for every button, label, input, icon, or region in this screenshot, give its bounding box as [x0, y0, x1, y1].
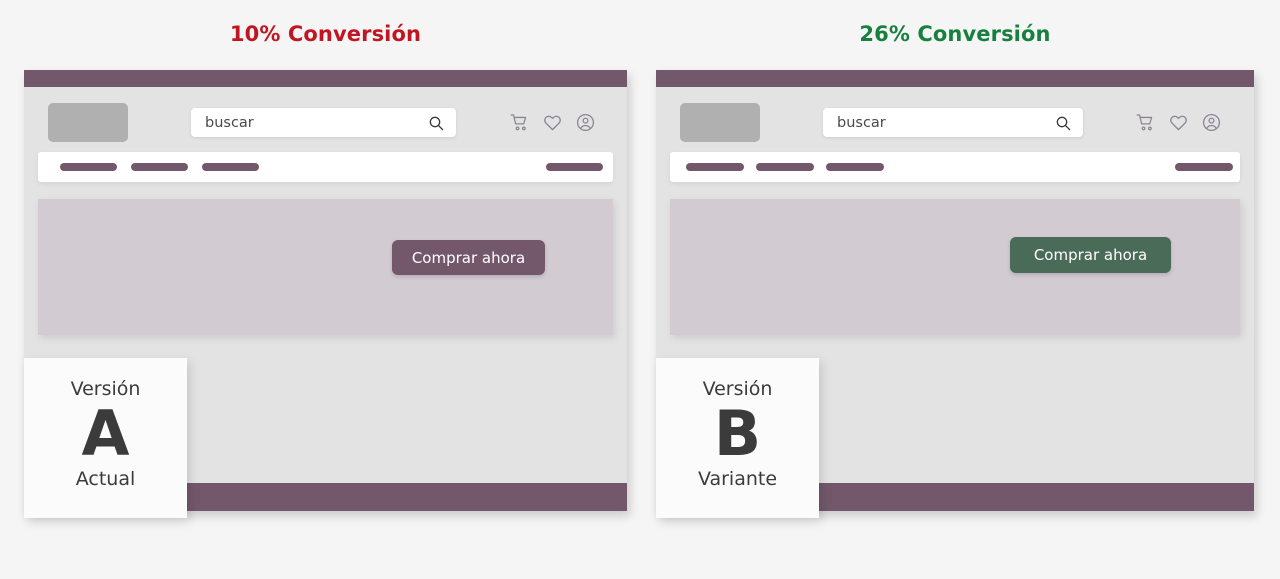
user-icon[interactable]	[576, 113, 595, 132]
version-b-letter: B	[713, 397, 762, 470]
nav-pill[interactable]	[546, 163, 603, 171]
buy-now-button[interactable]: Comprar ahora	[392, 240, 545, 275]
cart-icon[interactable]	[1136, 113, 1155, 132]
browser-topbar	[24, 70, 627, 87]
header-icon-group	[1136, 113, 1221, 132]
site-navbar	[38, 152, 613, 182]
cart-icon[interactable]	[510, 113, 529, 132]
version-b-label-card: Versión B Variante	[656, 358, 819, 518]
variant-b-conversion-title: 26% Conversión	[859, 22, 1051, 46]
site-navbar	[670, 152, 1240, 182]
version-b-subtitle: Variante	[697, 468, 778, 491]
version-a-label-card: Versión A Actual	[24, 358, 187, 518]
ab-test-comparison: 10% Conversión buscar Comprar ahora Vers…	[0, 0, 1280, 579]
buy-now-button[interactable]: Comprar ahora	[1010, 237, 1171, 273]
version-a-subtitle: Actual	[75, 468, 136, 491]
heart-icon[interactable]	[543, 113, 562, 132]
heart-icon[interactable]	[1169, 113, 1188, 132]
logo-placeholder[interactable]	[680, 103, 760, 142]
search-icon[interactable]	[1055, 115, 1071, 131]
nav-pill[interactable]	[686, 163, 744, 171]
version-a-letter: A	[81, 397, 130, 470]
nav-pill[interactable]	[1175, 163, 1233, 171]
search-icon[interactable]	[428, 115, 444, 131]
browser-topbar	[656, 70, 1254, 87]
nav-pill[interactable]	[131, 163, 188, 171]
user-icon[interactable]	[1202, 113, 1221, 132]
site-header: buscar	[24, 87, 627, 153]
nav-pill[interactable]	[826, 163, 884, 171]
logo-placeholder[interactable]	[48, 103, 128, 142]
search-input[interactable]: buscar	[191, 108, 456, 137]
nav-pill[interactable]	[202, 163, 259, 171]
nav-pill[interactable]	[60, 163, 117, 171]
nav-pill[interactable]	[756, 163, 814, 171]
site-header: buscar	[656, 87, 1254, 153]
header-icon-group	[510, 113, 595, 132]
search-input-value: buscar	[837, 114, 886, 131]
search-input[interactable]: buscar	[823, 108, 1083, 137]
variant-a-conversion-title: 10% Conversión	[229, 22, 422, 46]
search-input-value: buscar	[205, 114, 254, 131]
